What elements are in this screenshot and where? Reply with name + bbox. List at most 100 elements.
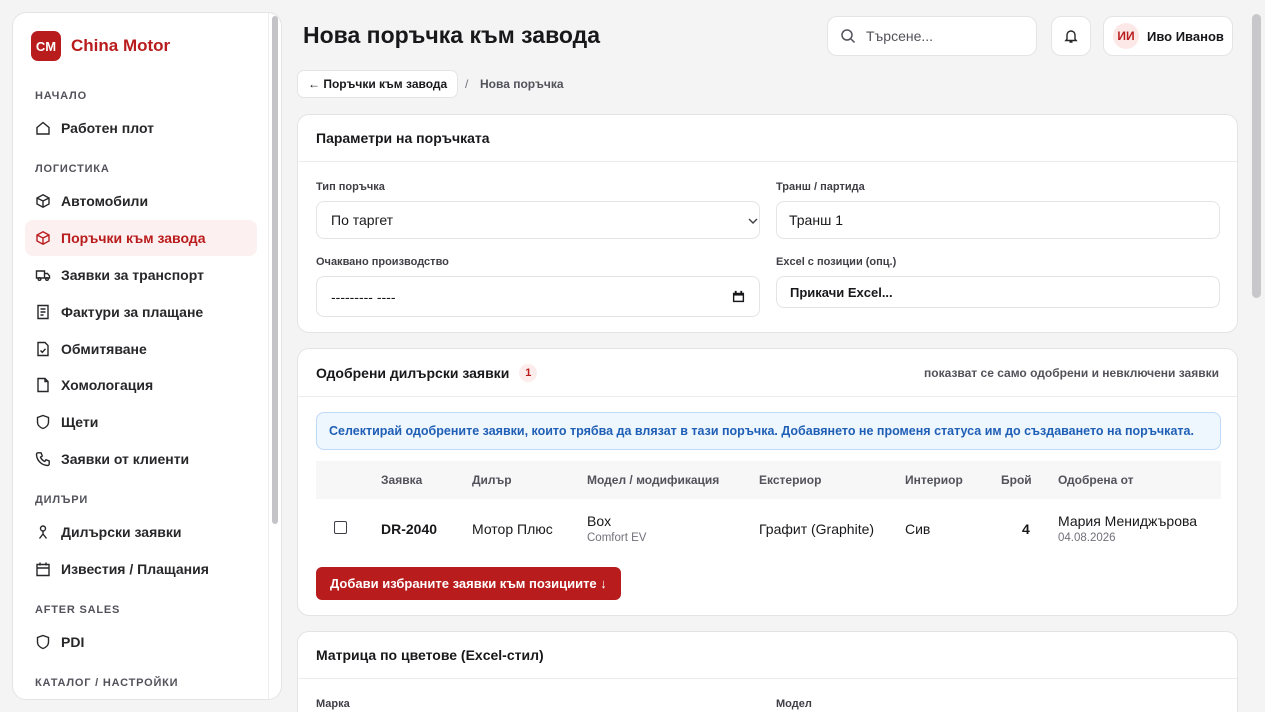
- approved-date: 04.08.2026: [1058, 532, 1116, 544]
- nav-section-after-sales: AFTER SALES: [35, 604, 121, 616]
- order-type-select[interactable]: По таргет: [316, 201, 760, 239]
- model-label: Модел: [776, 698, 812, 710]
- card-header: Матрица по цветове (Excel-стил): [298, 632, 1237, 679]
- sidebar-item-label: Фактури за плащане: [61, 304, 204, 320]
- sidebar-item-label: Хомологация: [61, 377, 154, 393]
- truck-icon: [35, 270, 51, 281]
- box-icon: [36, 194, 50, 208]
- notifications-button[interactable]: [1051, 16, 1091, 56]
- card-title: Параметри на поръчката: [316, 130, 490, 146]
- chevron-down-icon: [748, 218, 758, 224]
- sidebar-item-cars[interactable]: Автомобили: [25, 183, 257, 219]
- sidebar-item-dealer-requests[interactable]: Дилърски заявки: [25, 514, 257, 550]
- info-banner: Селектирай одобрените заявки, които тряб…: [316, 412, 1221, 450]
- column-header: Екстериор: [759, 473, 822, 487]
- dealer-name: Мотор Плюс: [472, 521, 553, 537]
- brand-logo: CM: [31, 31, 61, 61]
- sidebar-item-invoices[interactable]: Фактури за плащане: [25, 294, 257, 330]
- sidebar-item-customs[interactable]: Обмитяване: [25, 331, 257, 367]
- main-scrollbar[interactable]: [1252, 14, 1261, 298]
- document-check-icon: [37, 341, 49, 357]
- approved-requests-card: Одобрени дилърски заявки 1 показват се с…: [297, 348, 1238, 616]
- sidebar-scrollbar[interactable]: [272, 16, 278, 524]
- column-header: Одобрена от: [1058, 473, 1134, 487]
- batch-value: Транш 1: [789, 212, 843, 228]
- order-type-label: Тип поръчка: [316, 181, 385, 193]
- attach-excel-label: Прикачи Excel...: [790, 284, 893, 300]
- calendar-icon: [36, 562, 50, 577]
- sidebar: CM China Motor НАЧАЛО Работен плот ЛОГИС…: [12, 12, 282, 700]
- search-input[interactable]: [866, 28, 1016, 44]
- page-title: Нова поръчка към завода: [303, 22, 601, 48]
- sidebar-item-notices-payments[interactable]: Известия / Плащания: [25, 551, 257, 587]
- nav-section-catalog: КАТАЛОГ / НАСТРОЙКИ: [35, 677, 179, 689]
- sidebar-item-label: Щети: [61, 414, 99, 430]
- sidebar-item-dashboard[interactable]: Работен плот: [25, 110, 257, 146]
- sidebar-item-damages[interactable]: Щети: [25, 404, 257, 440]
- production-value: --------- ----: [331, 288, 396, 305]
- filter-note: показват се само одобрени и невключени з…: [924, 365, 1219, 380]
- sidebar-item-factory-orders[interactable]: Поръчки към завода: [25, 220, 257, 256]
- avatar: ИИ: [1113, 23, 1139, 49]
- sidebar-item-label: Дилърски заявки: [61, 524, 182, 540]
- card-header: Параметри на поръчката: [298, 115, 1237, 162]
- person-icon: [38, 525, 48, 539]
- batch-label: Транш / партида: [776, 181, 865, 193]
- nav-section-logistics: ЛОГИСТИКА: [35, 163, 110, 175]
- column-header: Брой: [1001, 473, 1032, 487]
- search-icon: [841, 29, 856, 44]
- order-params-card: Параметри на поръчката Тип поръчка По та…: [297, 114, 1238, 333]
- phone-icon: [35, 452, 50, 467]
- attach-excel-button[interactable]: Прикачи Excel...: [776, 276, 1220, 308]
- batch-input[interactable]: Транш 1: [776, 201, 1220, 239]
- box-icon: [36, 231, 50, 245]
- user-name: Иво Иванов: [1147, 28, 1224, 44]
- sidebar-item-transport-requests[interactable]: Заявки за транспорт: [25, 257, 257, 293]
- nav-section-home: НАЧАЛО: [35, 90, 87, 102]
- production-label: Очаквано производство: [316, 256, 449, 268]
- nav-section-dealers: ДИЛЪРИ: [35, 494, 89, 506]
- shield-icon: [36, 414, 50, 430]
- sidebar-item-client-requests[interactable]: Заявки от клиенти: [25, 441, 257, 477]
- color-matrix-card: Матрица по цветове (Excel-стил) Марка Мо…: [297, 631, 1238, 712]
- sidebar-item-pdi[interactable]: PDI: [25, 624, 257, 660]
- sidebar-item-label: Поръчки към завода: [61, 230, 206, 246]
- approved-by: Мария Мениджърова: [1058, 513, 1198, 529]
- column-header: Интериор: [905, 473, 963, 487]
- interior-color: Сив: [905, 521, 931, 537]
- column-header: Дилър: [472, 473, 512, 487]
- file-icon: [37, 377, 49, 393]
- brand-name: China Motor: [71, 36, 171, 55]
- calendar-icon[interactable]: [732, 290, 745, 303]
- card-header: Одобрени дилърски заявки 1 показват се с…: [298, 349, 1237, 397]
- sidebar-item-label: Заявки за транспорт: [61, 267, 204, 283]
- back-to-factory-orders-button[interactable]: ← Поръчки към завода: [297, 70, 459, 98]
- card-title: Матрица по цветове (Excel-стил): [316, 647, 544, 663]
- order-type-value: По таргет: [331, 212, 394, 228]
- sidebar-item-label: Автомобили: [61, 193, 149, 209]
- column-header: Модел / модификация: [587, 473, 720, 487]
- invoice-icon: [37, 304, 49, 320]
- brand[interactable]: CM China Motor: [31, 31, 170, 61]
- modification-name: Comfort EV: [587, 532, 647, 544]
- column-header: Заявка: [381, 473, 423, 487]
- brand-label: Марка: [316, 698, 350, 710]
- search-box[interactable]: [827, 16, 1037, 56]
- sidebar-item-label: Обмитяване: [61, 341, 147, 357]
- exterior-color: Графит (Graphite): [759, 521, 875, 537]
- user-menu[interactable]: ИИ Иво Иванов: [1103, 16, 1233, 56]
- table-header: Заявка Дилър Модел / модификация Екстери…: [316, 461, 1221, 499]
- sidebar-item-label: Заявки от клиенти: [61, 451, 190, 467]
- count-badge: 1: [519, 363, 538, 382]
- sidebar-item-homologation[interactable]: Хомологация: [25, 367, 257, 403]
- production-month-input[interactable]: --------- ----: [316, 276, 760, 317]
- request-id: DR-2040: [381, 521, 438, 537]
- sidebar-item-label: Известия / Плащания: [61, 561, 209, 577]
- home-icon: [36, 121, 50, 135]
- add-selected-requests-button[interactable]: Добави избраните заявки към позициите ↓: [316, 567, 621, 600]
- sidebar-item-label: Работен плот: [61, 120, 155, 136]
- breadcrumb-current: Нова поръчка: [480, 77, 564, 91]
- row-select-checkbox[interactable]: [334, 521, 347, 534]
- card-title: Одобрени дилърски заявки: [316, 364, 510, 381]
- model-name: Box: [587, 513, 612, 529]
